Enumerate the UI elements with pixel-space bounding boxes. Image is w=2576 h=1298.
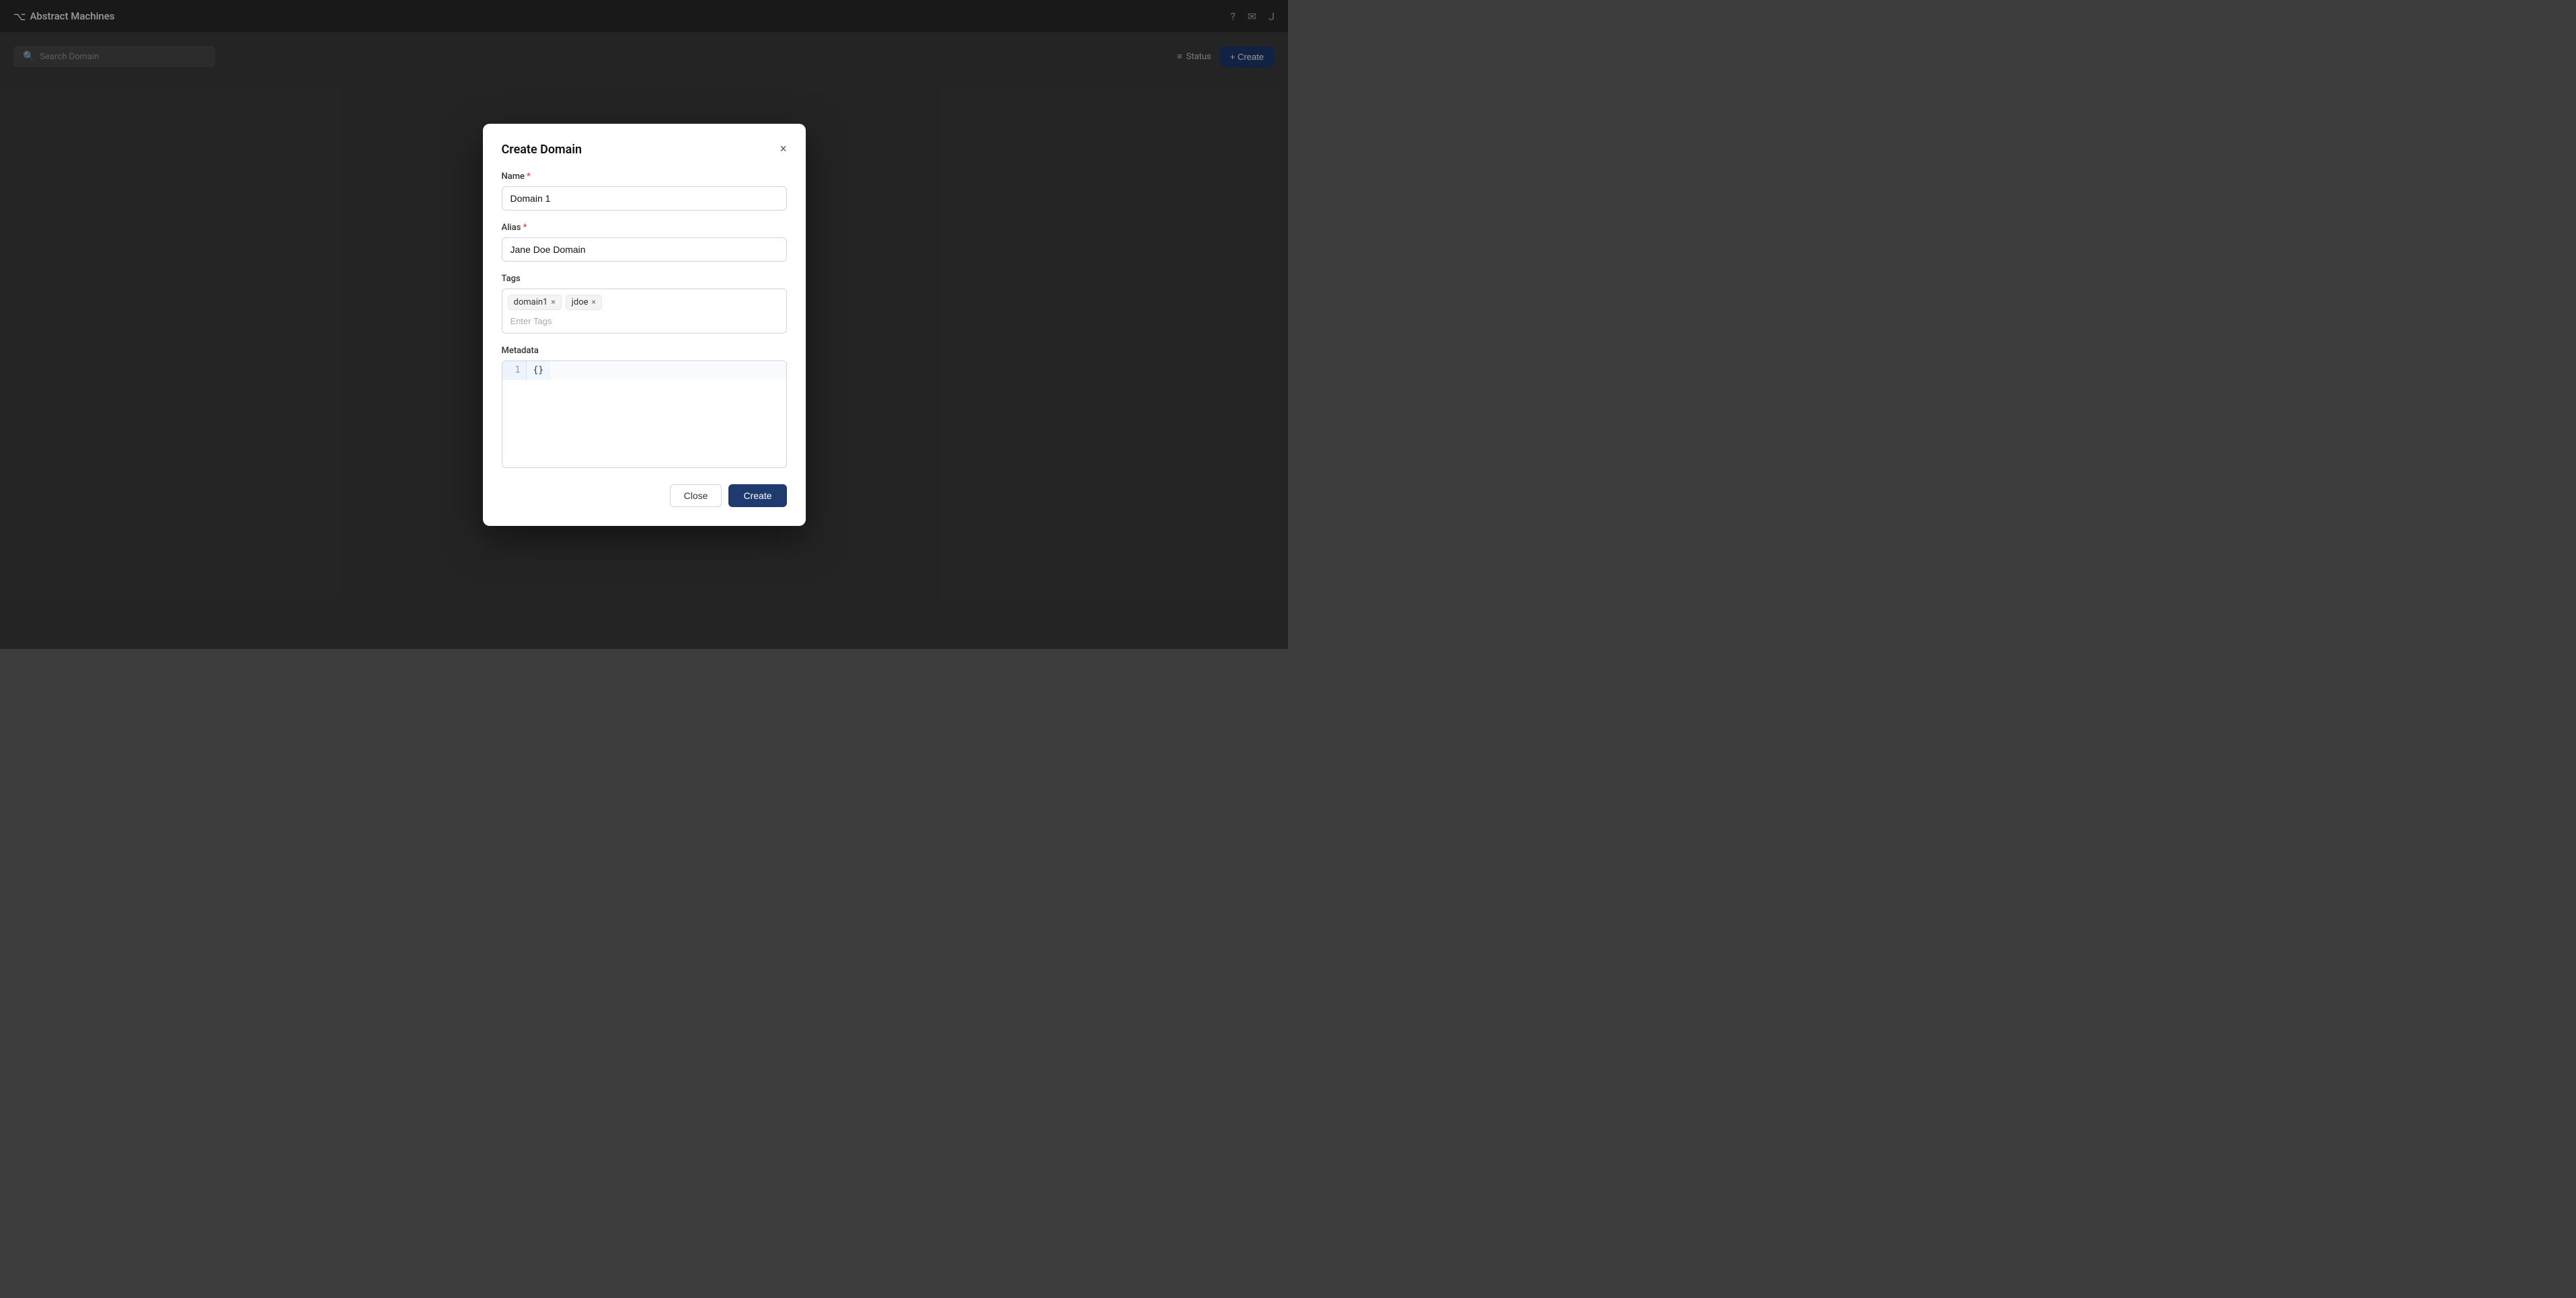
line-content-1: {}: [527, 361, 551, 380]
tag-remove-jdoe[interactable]: ×: [592, 298, 596, 306]
submit-create-button[interactable]: Create: [728, 484, 786, 507]
close-button[interactable]: Close: [670, 484, 722, 507]
tags-label: Tags: [502, 274, 787, 284]
modal-header: Create Domain ×: [502, 143, 787, 157]
editor-line-1: 1 {}: [502, 361, 786, 380]
alias-field-group: Alias *: [502, 223, 787, 262]
alias-label: Alias *: [502, 223, 787, 233]
editor-empty-area: [550, 361, 786, 380]
tags-field-group: Tags domain1 × jdoe ×: [502, 274, 787, 334]
tag-chip-jdoe: jdoe ×: [566, 295, 602, 310]
name-input[interactable]: [502, 186, 787, 211]
line-number-1: 1: [502, 361, 527, 380]
tag-label-domain1: domain1: [514, 297, 548, 307]
metadata-label: Metadata: [502, 346, 787, 356]
alias-input[interactable]: [502, 237, 787, 262]
metadata-editor[interactable]: 1 {}: [502, 360, 787, 468]
tags-container[interactable]: domain1 × jdoe ×: [502, 289, 787, 334]
tag-chip-domain1: domain1 ×: [508, 295, 562, 310]
name-required-indicator: *: [527, 171, 531, 182]
name-field-group: Name *: [502, 171, 787, 211]
modal-close-button[interactable]: ×: [780, 143, 787, 155]
metadata-field-group: Metadata 1 {}: [502, 346, 787, 468]
tags-input[interactable]: [508, 315, 781, 328]
tags-row: domain1 × jdoe ×: [508, 295, 781, 310]
tag-remove-domain1[interactable]: ×: [551, 298, 555, 306]
name-label: Name *: [502, 171, 787, 182]
alias-required-indicator: *: [523, 223, 527, 233]
tag-label-jdoe: jdoe: [572, 297, 589, 307]
modal-footer: Close Create: [502, 484, 787, 507]
create-domain-modal: Create Domain × Name * Alias * Tags doma…: [483, 124, 806, 526]
modal-title: Create Domain: [502, 143, 582, 157]
